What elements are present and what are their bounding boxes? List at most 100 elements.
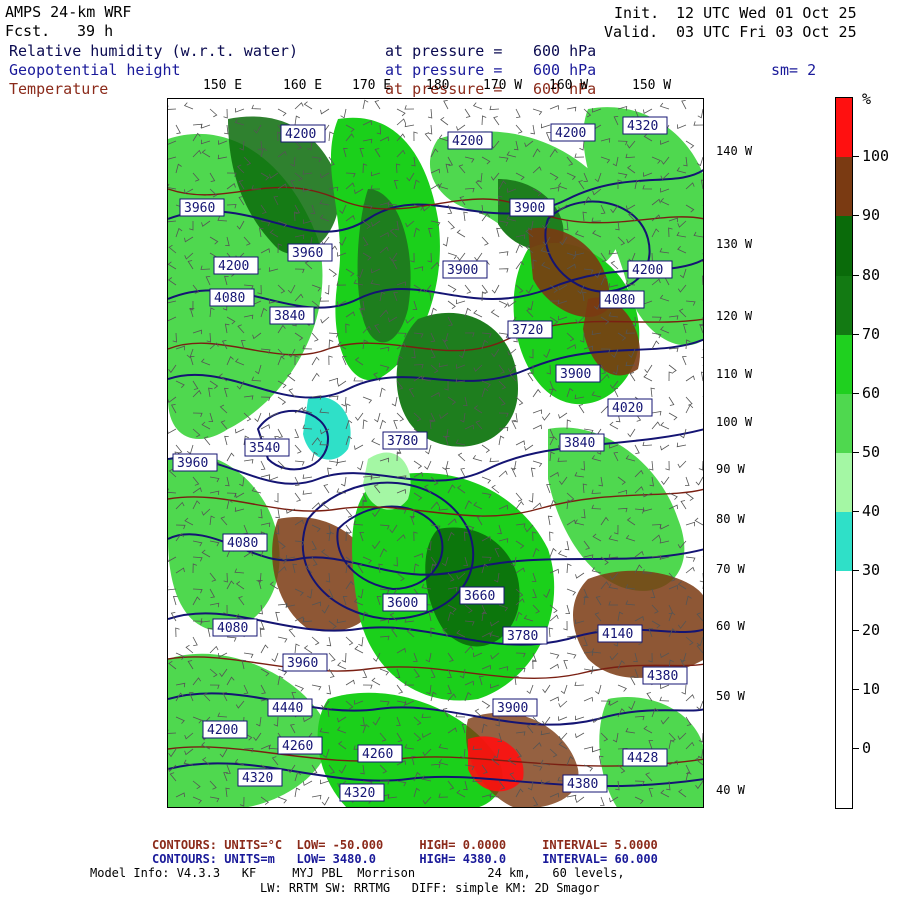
wind-barb: [251, 104, 262, 110]
wind-barb: [532, 460, 543, 468]
colorbar-level-label: 70: [862, 324, 881, 343]
wind-barb: [557, 550, 568, 558]
wind-barb: [685, 556, 696, 562]
colorbar-tick: [853, 215, 859, 217]
svg-text:4200: 4200: [285, 127, 316, 142]
field-rh-level-text: at pressure =: [385, 42, 503, 60]
colorbar-tick: [853, 747, 859, 749]
wind-barb: [515, 501, 524, 510]
wind-barb: [323, 484, 330, 494]
wind-barb: [243, 652, 254, 659]
svg-text:4080: 4080: [227, 536, 258, 551]
wind-barb: [668, 347, 679, 353]
init-time: 12 UTC Wed 01 Oct 25: [676, 4, 857, 22]
wind-barb: [698, 460, 703, 471]
svg-text:3600: 3600: [387, 596, 418, 611]
wind-barb: [311, 636, 320, 646]
wind-barb: [340, 476, 347, 487]
wind-barb: [702, 140, 703, 141]
wind-barb: [440, 116, 449, 126]
wind-barb: [702, 509, 703, 510]
wind-barb: [702, 299, 703, 301]
wind-barb: [702, 584, 703, 589]
wind-barb: [515, 492, 523, 502]
wind-barb: [564, 540, 570, 551]
rh-region: [573, 570, 703, 678]
height-label-box: 4380: [642, 666, 688, 685]
wind-barb: [498, 300, 508, 308]
wind-barb: [340, 108, 347, 119]
model-title: AMPS 24-km WRF: [5, 3, 132, 21]
wind-barb: [701, 349, 703, 358]
wind-barb: [172, 595, 178, 606]
wind-barb: [209, 645, 219, 654]
lon-label: 170 E: [352, 78, 392, 93]
svg-text:3900: 3900: [497, 701, 528, 716]
wind-barb: [681, 100, 687, 110]
wind-barb: [493, 116, 500, 126]
wind-barb: [294, 428, 300, 438]
wind-barb: [404, 105, 415, 110]
wind-barb: [396, 412, 405, 422]
wind-barb: [702, 396, 703, 397]
wind-barb: [532, 388, 541, 398]
wind-barb: [362, 419, 368, 430]
forecast-hours: 39 h: [77, 22, 114, 40]
height-label-box: 3960: [172, 453, 218, 472]
footer-height-contours: CONTOURS: UNITS=m LOW= 3480.0 HIGH= 4380…: [152, 852, 658, 866]
svg-text:4140: 4140: [602, 627, 633, 642]
wind-barb: [328, 332, 339, 338]
wind-barb: [558, 412, 568, 419]
wind-barb: [680, 500, 687, 510]
wind-barb: [303, 645, 313, 654]
wind-barb: [474, 252, 483, 262]
wind-barb: [634, 444, 640, 454]
wind-barb: [528, 492, 534, 503]
wind-barb: [540, 123, 551, 129]
colorbar-segment: [836, 157, 852, 217]
wind-barb: [320, 108, 330, 115]
svg-text:4200: 4200: [632, 263, 663, 278]
wind-barb: [661, 476, 670, 485]
wind-barb: [566, 652, 577, 659]
wind-barb: [321, 796, 330, 806]
colorbar-level-label: 0: [862, 738, 872, 757]
svg-text:4428: 4428: [627, 751, 658, 766]
colorbar-segment: [836, 275, 852, 336]
svg-text:4200: 4200: [218, 259, 249, 274]
valid-time: 03 UTC Fri 03 Oct 25: [676, 23, 857, 41]
wind-barb: [183, 102, 194, 110]
colorbar-level-label: 100: [862, 147, 890, 166]
wind-barb: [354, 645, 364, 654]
svg-text:3960: 3960: [177, 456, 208, 471]
wind-barb: [668, 364, 677, 374]
wind-barb: [328, 268, 337, 277]
wind-barb: [685, 375, 695, 382]
wind-barb: [243, 459, 254, 464]
wind-barb: [541, 412, 551, 421]
wind-barb: [277, 396, 287, 405]
wind-barb: [254, 412, 262, 423]
wind-barb: [702, 220, 703, 221]
wind-barb: [643, 108, 653, 115]
wind-barb: [337, 380, 347, 387]
wind-barb: [277, 603, 288, 609]
wind-barb: [496, 227, 501, 238]
wind-barb: [455, 299, 466, 305]
wind-barb: [277, 796, 288, 804]
wind-barb: [575, 715, 585, 721]
height-label-box: 4200: [202, 720, 248, 739]
svg-text:3840: 3840: [564, 436, 595, 451]
colorbar-level-label: 20: [862, 620, 881, 639]
height-label-box: 4080: [599, 290, 645, 309]
wind-barb: [235, 108, 245, 113]
wind-barb: [549, 696, 559, 702]
colorbar-tick: [853, 511, 859, 513]
field-rh-level: 600 hPa: [533, 42, 597, 60]
svg-text:3960: 3960: [184, 201, 215, 216]
wind-barb: [549, 105, 559, 110]
wind-barb: [379, 387, 386, 398]
wind-barb: [702, 716, 703, 717]
wind-barb: [224, 124, 229, 135]
wind-barb: [648, 460, 654, 471]
